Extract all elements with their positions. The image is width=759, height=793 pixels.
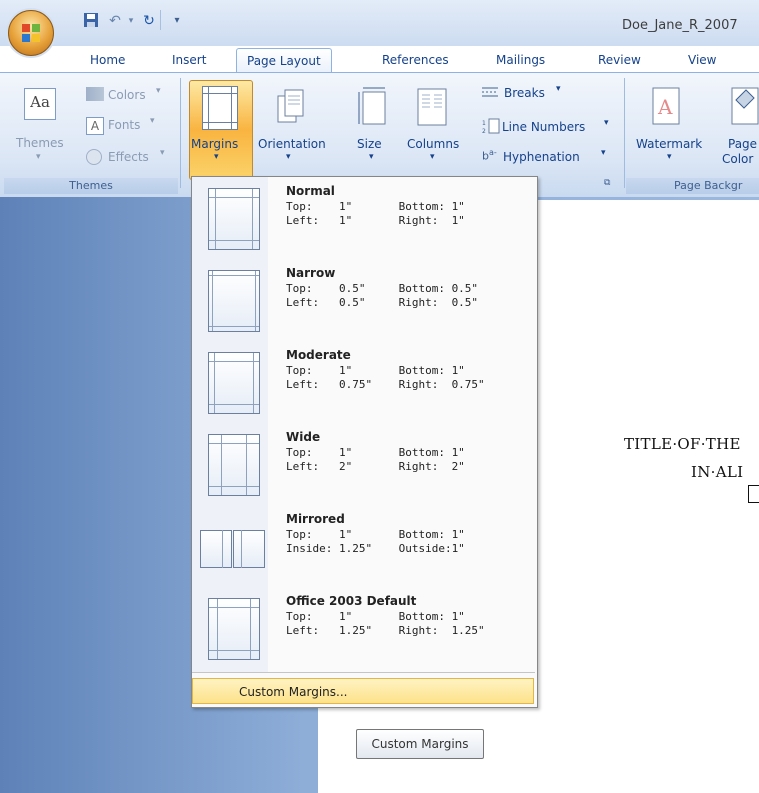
- fonts-dropdown-icon: ▾: [150, 116, 155, 126]
- margin-option-moderate[interactable]: Moderate Top: 1" Bottom: 1" Left: 0.75" …: [200, 344, 530, 418]
- document-title-line1: TITLE·OF·THE: [624, 435, 741, 453]
- columns-button[interactable]: Columns: [407, 137, 459, 151]
- themes-dropdown-icon: ▾: [36, 152, 41, 162]
- margin-option-row1: Top: 1" Bottom: 1": [286, 446, 465, 459]
- margin-option-row2: Left: 0.75" Right: 0.75": [286, 378, 485, 391]
- margin-option-row1: Top: 0.5" Bottom: 0.5": [286, 282, 479, 295]
- group-separator: [624, 78, 625, 188]
- wide-margin-icon: [208, 434, 260, 496]
- line-numbers-button[interactable]: Line Numbers: [502, 120, 585, 134]
- tab-references[interactable]: References: [372, 48, 459, 72]
- themes-button[interactable]: Themes: [16, 136, 64, 150]
- save-icon[interactable]: [82, 12, 100, 30]
- orientation-dropdown-icon: ▾: [286, 152, 291, 162]
- colors-dropdown-icon: ▾: [156, 86, 161, 96]
- tab-mailings[interactable]: Mailings: [486, 48, 555, 72]
- size-button[interactable]: Size: [357, 137, 382, 151]
- breaks-icon: [480, 85, 498, 99]
- fonts-button[interactable]: Fonts: [108, 118, 140, 132]
- watermark-dropdown-icon: ▾: [667, 152, 672, 162]
- fonts-icon: A: [86, 117, 104, 135]
- margin-option-name: Wide: [286, 430, 321, 444]
- effects-icon: [86, 149, 102, 165]
- columns-dropdown-icon: ▾: [430, 152, 435, 162]
- margin-option-row1: Top: 1" Bottom: 1": [286, 610, 465, 623]
- window-title: Doe_Jane_R_2007: [622, 18, 738, 33]
- line-numbers-icon: 12: [482, 118, 500, 135]
- page-color-icon: [728, 86, 759, 126]
- margin-option-row2: Left: 0.5" Right: 0.5": [286, 296, 479, 309]
- size-icon: [357, 86, 389, 126]
- hyphenation-dropdown-icon: ▾: [601, 148, 606, 158]
- margin-option-name: Moderate: [286, 348, 351, 362]
- svg-text:2: 2: [482, 128, 486, 134]
- colors-button[interactable]: Colors: [108, 88, 146, 102]
- effects-dropdown-icon: ▾: [160, 148, 165, 158]
- tab-insert[interactable]: Insert: [162, 48, 216, 72]
- margin-option-mirrored[interactable]: Mirrored Top: 1" Bottom: 1" Inside: 1.25…: [200, 508, 530, 582]
- margin-option-normal[interactable]: Normal Top: 1" Bottom: 1" Left: 1" Right…: [200, 180, 530, 254]
- tab-review[interactable]: Review: [588, 48, 651, 72]
- line-numbers-dropdown-icon: ▾: [604, 118, 609, 128]
- page-color-button-line2[interactable]: Color: [722, 152, 753, 166]
- margin-option-row1: Top: 1" Bottom: 1": [286, 528, 465, 541]
- customize-qat-icon[interactable]: ▾: [168, 12, 186, 30]
- text-cursor: [748, 485, 759, 503]
- margin-option-row1: Top: 1" Bottom: 1": [286, 364, 465, 377]
- hyphenation-button[interactable]: Hyphenation: [503, 150, 580, 164]
- document-title-line2: IN·ALI: [691, 463, 744, 481]
- office-logo-icon: [22, 24, 40, 42]
- redo-icon[interactable]: ↻: [140, 12, 158, 30]
- svg-text:A: A: [657, 95, 673, 119]
- group-separator: [180, 78, 181, 188]
- normal-margin-icon: [208, 188, 260, 250]
- custom-margins-menu-item[interactable]: Custom Margins...: [192, 678, 534, 704]
- svg-text:1: 1: [482, 120, 486, 127]
- margin-option-row2: Left: 2" Right: 2": [286, 460, 465, 473]
- margins-icon: [202, 86, 238, 130]
- margin-option-name: Mirrored: [286, 512, 345, 526]
- orientation-icon: [276, 88, 304, 124]
- menu-separator: [192, 672, 535, 673]
- undo-dropdown-icon[interactable]: ▾: [122, 12, 140, 30]
- margins-dropdown-icon: ▾: [214, 152, 219, 162]
- moderate-margin-icon: [208, 352, 260, 414]
- margin-option-name: Office 2003 Default: [286, 594, 417, 608]
- columns-icon: [417, 88, 447, 126]
- margin-option-row2: Left: 1.25" Right: 1.25": [286, 624, 485, 637]
- margin-option-office-2003-default[interactable]: Office 2003 Default Top: 1" Bottom: 1" L…: [200, 590, 530, 664]
- tab-view[interactable]: View: [678, 48, 726, 72]
- hyphenation-icon: ba-: [482, 148, 497, 163]
- custom-margins-label: Custom Margins...: [239, 685, 348, 699]
- margin-option-row1: Top: 1" Bottom: 1": [286, 200, 465, 213]
- size-dropdown-icon: ▾: [369, 152, 374, 162]
- orientation-button[interactable]: Orientation: [258, 137, 326, 151]
- breaks-button[interactable]: Breaks: [504, 86, 545, 100]
- qat-separator: [160, 10, 161, 30]
- margin-option-name: Normal: [286, 184, 335, 198]
- page-color-button-line1[interactable]: Page: [728, 137, 757, 151]
- margin-option-wide[interactable]: Wide Top: 1" Bottom: 1" Left: 2" Right: …: [200, 426, 530, 500]
- tab-page-layout[interactable]: Page Layout: [236, 48, 332, 73]
- themes-group-label: Themes: [4, 178, 178, 194]
- themes-icon: Aa: [24, 88, 56, 120]
- watermark-icon: A: [650, 86, 682, 126]
- narrow-margin-icon: [208, 270, 260, 332]
- page-background-group-label: Page Backgr: [626, 178, 759, 194]
- margin-option-row2: Left: 1" Right: 1": [286, 214, 465, 227]
- page-setup-dialog-launcher-icon[interactable]: ⧉: [604, 178, 610, 188]
- margin-option-name: Narrow: [286, 266, 336, 280]
- custom-margins-tooltip: Custom Margins: [356, 729, 484, 759]
- watermark-button[interactable]: Watermark: [636, 137, 702, 151]
- mirrored-margin-icon: [200, 530, 265, 568]
- colors-icon: [86, 87, 104, 101]
- breaks-dropdown-icon: ▾: [556, 84, 561, 94]
- office-2003-margin-icon: [208, 598, 260, 660]
- margin-option-narrow[interactable]: Narrow Top: 0.5" Bottom: 0.5" Left: 0.5"…: [200, 262, 530, 336]
- tab-home[interactable]: Home: [80, 48, 135, 72]
- margins-label: Margins: [191, 137, 239, 151]
- effects-button[interactable]: Effects: [108, 150, 149, 164]
- office-button[interactable]: [8, 10, 54, 56]
- margin-option-row2: Inside: 1.25" Outside:1": [286, 542, 465, 555]
